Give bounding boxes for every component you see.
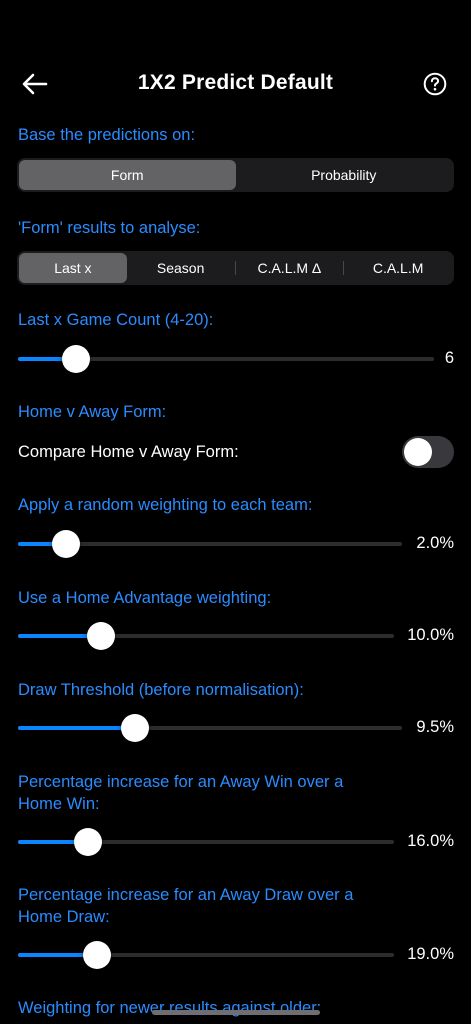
- home-advantage-value: 10.0%: [407, 626, 454, 644]
- slider-thumb[interactable]: [52, 530, 80, 558]
- compare-home-away-label: Compare Home v Away Form:: [18, 443, 239, 461]
- segment-calm[interactable]: C.A.L.M: [344, 253, 452, 283]
- prediction-basis-label: Base the predictions on:: [18, 126, 196, 144]
- segment-calm-delta[interactable]: C.A.L.M Δ: [236, 253, 344, 283]
- away-win-increase-label-line1: Percentage increase for an Away Win over…: [18, 773, 344, 791]
- draw-threshold-value: 9.5%: [416, 718, 454, 736]
- segment-season[interactable]: Season: [127, 253, 235, 283]
- page-title: 1X2 Predict Default: [137, 71, 334, 94]
- nav-header: 1X2 Predict Default: [0, 60, 471, 108]
- random-weighting-label: Apply a random weighting to each team:: [18, 496, 313, 514]
- away-win-increase-label-line2: Home Win:: [18, 795, 100, 813]
- away-win-increase-value: 16.0%: [407, 832, 454, 850]
- home-indicator[interactable]: [152, 1010, 320, 1015]
- slider-thumb[interactable]: [82, 941, 111, 969]
- prediction-basis-segmented-control: Form Probability: [17, 158, 454, 192]
- home-away-label: Home v Away Form:: [18, 403, 167, 421]
- draw-threshold-slider[interactable]: [18, 712, 402, 744]
- slider-thumb[interactable]: [62, 345, 91, 373]
- away-win-increase-label: Percentage increase for an Away Win over…: [18, 771, 343, 815]
- away-win-increase-slider[interactable]: [18, 826, 394, 858]
- question-circle-icon[interactable]: [423, 72, 447, 96]
- away-draw-increase-label: Percentage increase for an Away Draw ove…: [18, 884, 353, 928]
- away-draw-increase-slider[interactable]: [18, 939, 394, 971]
- slider-fill: [18, 726, 136, 730]
- form-results-label: 'Form' results to analyse:: [18, 219, 201, 237]
- slider-thumb[interactable]: [86, 622, 115, 650]
- random-weighting-slider[interactable]: [18, 528, 402, 560]
- away-draw-increase-value: 19.0%: [407, 945, 454, 963]
- newer-results-label: Weighting for newer results against olde…: [18, 999, 322, 1017]
- toggle-knob: [404, 438, 432, 466]
- slider-thumb[interactable]: [73, 828, 102, 856]
- segment-form[interactable]: Form: [19, 160, 236, 190]
- segment-last-x[interactable]: Last x: [19, 253, 127, 283]
- game-count-label: Last x Game Count (4-20):: [18, 311, 214, 329]
- compare-home-away-toggle[interactable]: [402, 436, 454, 468]
- home-advantage-slider[interactable]: [18, 620, 394, 652]
- game-count-value: 6: [444, 349, 454, 367]
- random-weighting-value: 2.0%: [416, 534, 454, 552]
- segment-probability[interactable]: Probability: [236, 160, 453, 190]
- home-advantage-label: Use a Home Advantage weighting:: [18, 589, 272, 607]
- game-count-slider[interactable]: [18, 343, 434, 375]
- draw-threshold-label: Draw Threshold (before normalisation):: [18, 681, 304, 699]
- away-draw-increase-label-line2: Home Draw:: [18, 908, 110, 926]
- slider-thumb[interactable]: [121, 714, 150, 742]
- form-results-segmented-control: Last x Season C.A.L.M Δ C.A.L.M: [17, 251, 454, 285]
- away-draw-increase-label-line1: Percentage increase for an Away Draw ove…: [18, 886, 354, 904]
